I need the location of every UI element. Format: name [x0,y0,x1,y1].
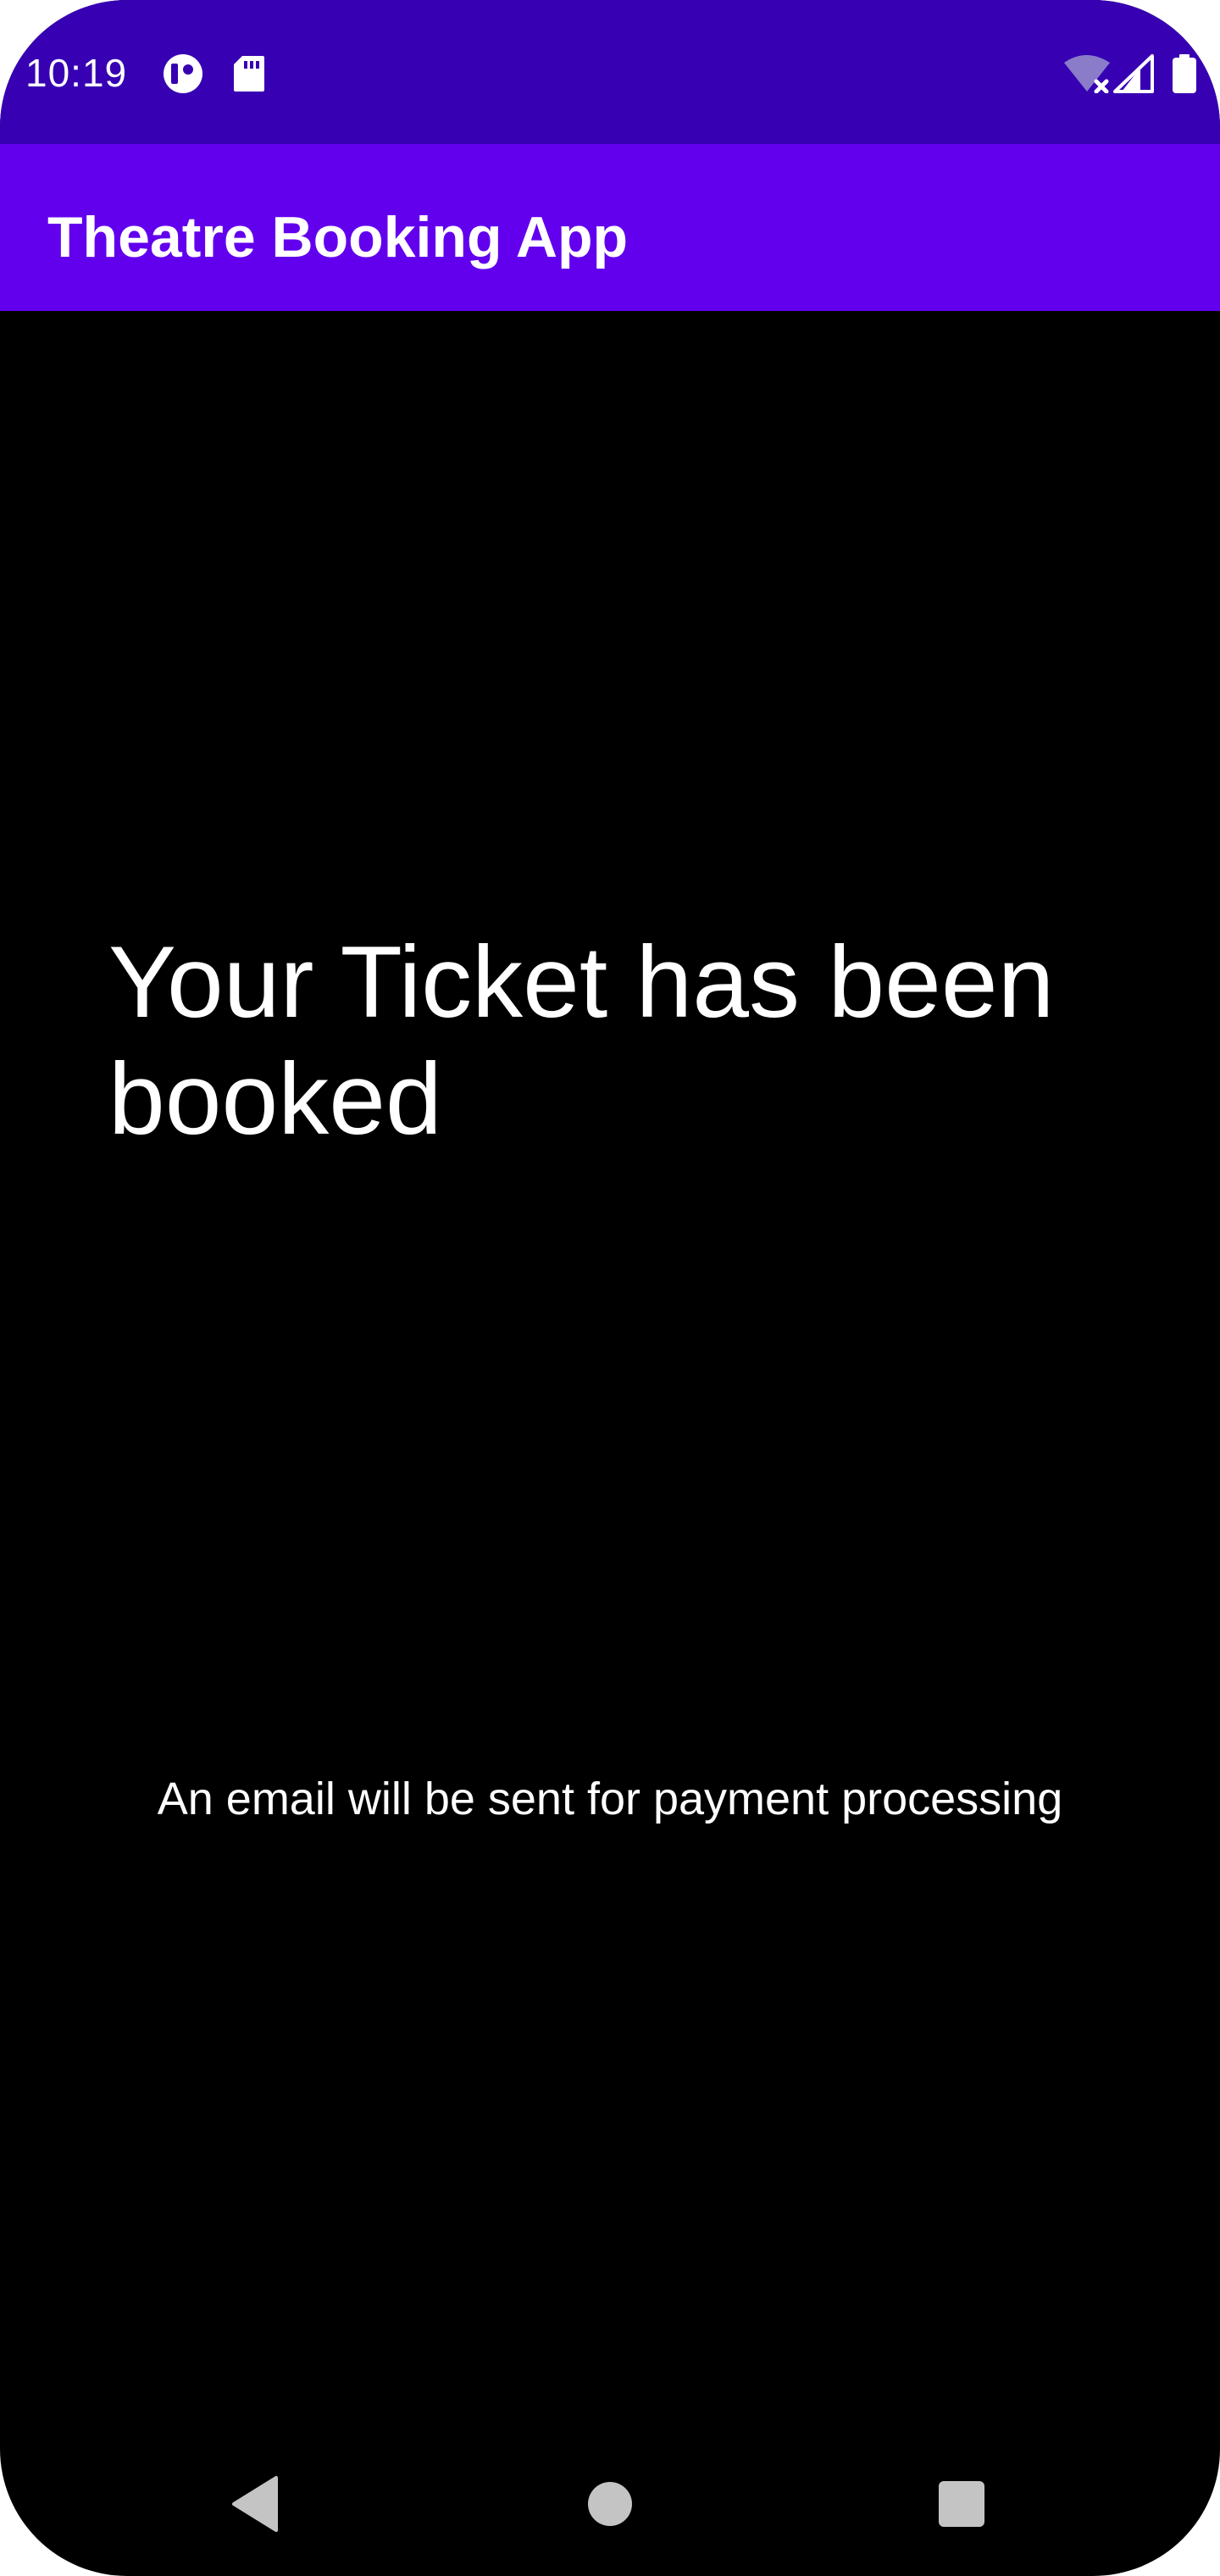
payment-email-message: An email will be sent for payment proces… [157,1774,1063,1824]
wifi-off-icon [1064,55,1110,93]
back-icon[interactable] [217,2466,293,2542]
status-bar: 10:19 [0,0,1220,144]
battery-icon [1173,54,1196,93]
sd-card-icon [234,56,264,92]
cellular-signal-icon [1113,54,1154,93]
status-time: 10:19 [25,51,128,95]
recents-icon[interactable] [923,2466,1000,2542]
booking-confirmation-headline: Your Ticket has been booked [108,925,1055,1156]
app-bar: Theatre Booking App [0,144,1220,311]
phone-screen: 10:19 Theatre Booking App Your Ticket ha… [0,0,1220,2576]
record-app-icon [164,54,202,93]
app-title: Theatre Booking App [47,205,629,269]
home-icon[interactable] [572,2466,648,2542]
